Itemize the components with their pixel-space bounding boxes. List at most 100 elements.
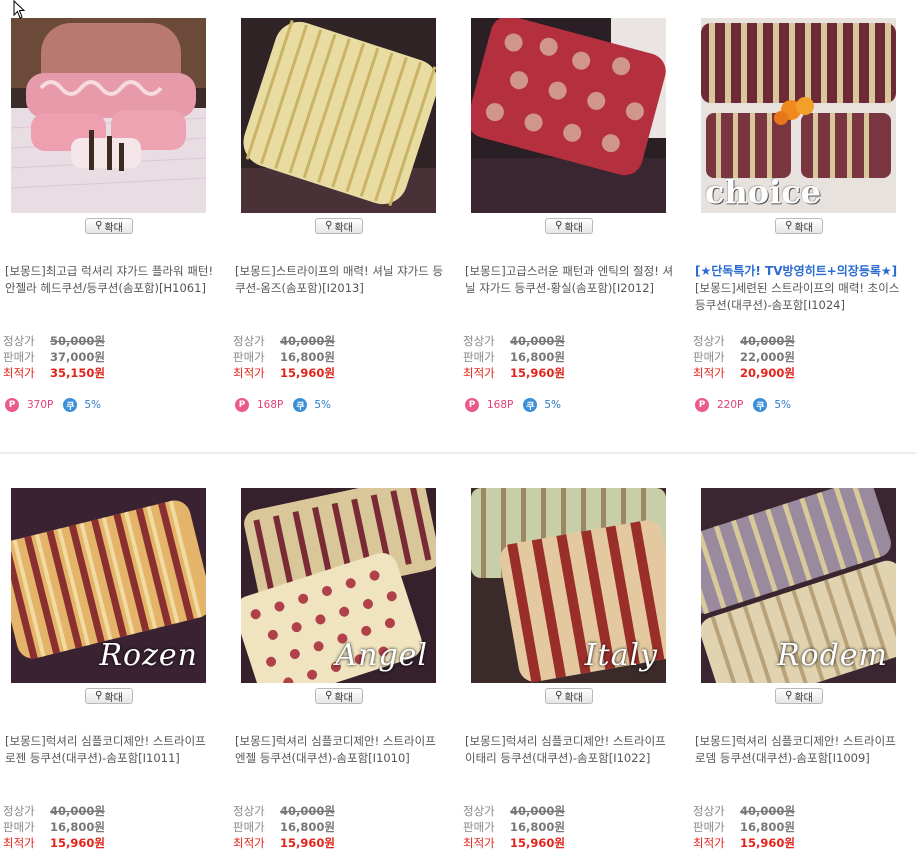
best-price: 15,960원 <box>510 836 565 850</box>
list-price-label: 정상가 <box>463 334 495 348</box>
best-price: 15,960원 <box>740 836 795 850</box>
product-image[interactable]: Rozen <box>11 488 206 683</box>
product-title-link[interactable]: [보몽드]최고급 럭셔리 쟈가드 플라워 패턴! 안젤라 헤드쿠션/등쿠션(솜포… <box>5 263 217 297</box>
zoom-button[interactable]: ⚲ 확대 <box>775 218 823 234</box>
price-block: 정상가 40,000원 판매가 16,800원 최적가 15,960원 <box>233 803 448 851</box>
price-block: 정상가 40,000원 판매가 22,000원 최적가 20,900원 <box>693 333 908 381</box>
mouse-cursor-icon <box>13 0 26 19</box>
price-block: 정상가 50,000원 판매가 37,000원 최적가 35,150원 <box>3 333 218 381</box>
list-price: 40,000원 <box>510 334 565 348</box>
product-title-link[interactable]: [보몽드]럭셔리 심플코디제안! 스트라이프 로젠 등쿠션(대쿠션)-솜포함[I… <box>5 733 217 767</box>
product-image[interactable]: Italy <box>471 488 666 683</box>
list-price-label: 정상가 <box>3 804 35 818</box>
coupon-icon: 쿠 <box>523 398 538 412</box>
sale-price: 16,800원 <box>280 350 335 364</box>
list-price: 50,000원 <box>50 334 105 348</box>
product-title-link[interactable]: [보몽드]럭셔리 심플코디제안! 스트라이프 로뎀 등쿠션(대쿠션)-솜포함[I… <box>695 733 907 767</box>
magnifier-icon: ⚲ <box>325 690 333 701</box>
list-price: 40,000원 <box>280 334 335 348</box>
sale-price-label: 판매가 <box>3 350 35 364</box>
zoom-button[interactable]: ⚲ 확대 <box>775 688 823 704</box>
coupon-icon: 쿠 <box>293 398 308 412</box>
list-price-label: 정상가 <box>463 804 495 818</box>
best-price-label: 최적가 <box>693 366 725 380</box>
product-title-link[interactable]: [보몽드]럭셔리 심플코디제안! 스트라이프 이태리 등쿠션(대쿠션)-솜포함[… <box>465 733 677 767</box>
zoom-button[interactable]: ⚲ 확대 <box>545 688 593 704</box>
point-icon: P <box>465 398 479 412</box>
zoom-label: 확대 <box>564 692 583 704</box>
zoom-label: 확대 <box>104 222 123 234</box>
zoom-button[interactable]: ⚲ 확대 <box>315 218 363 234</box>
list-price-label: 정상가 <box>693 334 725 348</box>
promo-tag: [★단독특가! TV방영히트+의장등록★] <box>695 264 898 278</box>
product-title-link[interactable]: [★단독특가! TV방영히트+의장등록★] [보몽드]세련된 스트라이프의 매력… <box>695 263 907 314</box>
sale-price-label: 판매가 <box>463 820 495 834</box>
coupon-value: 5% <box>774 399 792 411</box>
product-watermark: Rozen <box>99 638 198 673</box>
brand-watermark: choice <box>705 173 822 211</box>
point-icon: P <box>695 398 709 412</box>
points-value: 220P <box>717 399 744 411</box>
point-icon: P <box>235 398 249 412</box>
product-title-link[interactable]: [보몽드]스트라이프의 매력! 셔닐 쟈가드 등쿠션-옴즈(솜포함)[I2013… <box>235 263 447 297</box>
best-price: 15,960원 <box>280 366 335 380</box>
benefit-badges: P 370P 쿠 5% <box>5 398 101 412</box>
coupon-icon: 쿠 <box>753 398 768 412</box>
list-price: 40,000원 <box>280 804 335 818</box>
product-image[interactable]: choice <box>701 18 896 213</box>
best-price: 15,960원 <box>280 836 335 850</box>
sale-price-label: 판매가 <box>233 350 265 364</box>
price-block: 정상가 40,000원 판매가 16,800원 최적가 15,960원 <box>693 803 908 851</box>
zoom-button[interactable]: ⚲ 확대 <box>315 688 363 704</box>
product-watermark: Italy <box>584 638 658 673</box>
product-name: [보몽드]세련된 스트라이프의 매력! 초이스 등쿠션(대쿠션)-솜포함[I10… <box>695 281 900 312</box>
point-icon: P <box>5 398 19 412</box>
product-image[interactable] <box>241 18 436 213</box>
product-name: [보몽드]고급스러운 패턴과 엔틱의 절정! 셔닐 쟈가드 등쿠션-황실(솜포함… <box>465 264 674 295</box>
product-image[interactable]: Rodem <box>701 488 896 683</box>
best-price: 15,960원 <box>50 836 105 850</box>
price-block: 정상가 40,000원 판매가 16,800원 최적가 15,960원 <box>233 333 448 381</box>
product-name: [보몽드]럭셔리 심플코디제안! 스트라이프 이태리 등쿠션(대쿠션)-솜포함[… <box>465 734 666 765</box>
product-watermark: Angel <box>335 638 428 673</box>
product-watermark: Rodem <box>776 638 888 673</box>
product-image[interactable] <box>11 18 206 213</box>
benefit-badges: P 168P 쿠 5% <box>235 398 331 412</box>
zoom-label: 확대 <box>104 692 123 704</box>
product-name: [보몽드]럭셔리 심플코디제안! 스트라이프 로뎀 등쿠션(대쿠션)-솜포함[I… <box>695 734 896 765</box>
best-price-label: 최적가 <box>233 366 265 380</box>
list-price: 40,000원 <box>740 804 795 818</box>
zoom-button[interactable]: ⚲ 확대 <box>545 218 593 234</box>
product-image[interactable]: Angel <box>241 488 436 683</box>
magnifier-icon: ⚲ <box>95 220 103 231</box>
best-price: 20,900원 <box>740 366 795 380</box>
product-image[interactable] <box>471 18 666 213</box>
zoom-button[interactable]: ⚲ 확대 <box>85 688 133 704</box>
best-price-label: 최적가 <box>233 836 265 850</box>
magnifier-icon: ⚲ <box>325 220 333 231</box>
product-name: [보몽드]최고급 럭셔리 쟈가드 플라워 패턴! 안젤라 헤드쿠션/등쿠션(솜포… <box>5 264 214 295</box>
product-name: [보몽드]럭셔리 심플코디제안! 스트라이프 엔젤 등쿠션(대쿠션)-솜포함[I… <box>235 734 436 765</box>
sale-price: 16,800원 <box>280 820 335 834</box>
zoom-button[interactable]: ⚲ 확대 <box>85 218 133 234</box>
price-block: 정상가 40,000원 판매가 16,800원 최적가 15,960원 <box>463 803 678 851</box>
list-price-label: 정상가 <box>693 804 725 818</box>
benefit-badges: P 168P 쿠 5% <box>465 398 561 412</box>
sale-price: 16,800원 <box>510 350 565 364</box>
price-block: 정상가 40,000원 판매가 16,800원 최적가 15,960원 <box>3 803 218 851</box>
product-name: [보몽드]스트라이프의 매력! 셔닐 쟈가드 등쿠션-옴즈(솜포함)[I2013… <box>235 264 444 295</box>
best-price-label: 최적가 <box>463 836 495 850</box>
list-price-label: 정상가 <box>233 334 265 348</box>
sale-price: 37,000원 <box>50 350 105 364</box>
sale-price-label: 판매가 <box>233 820 265 834</box>
best-price: 15,960원 <box>510 366 565 380</box>
list-price-label: 정상가 <box>3 334 35 348</box>
coupon-icon: 쿠 <box>63 398 78 412</box>
product-title-link[interactable]: [보몽드]고급스러운 패턴과 엔틱의 절정! 셔닐 쟈가드 등쿠션-황실(솜포함… <box>465 263 677 297</box>
points-value: 370P <box>27 399 54 411</box>
sale-price: 16,800원 <box>740 820 795 834</box>
product-title-link[interactable]: [보몽드]럭셔리 심플코디제안! 스트라이프 엔젤 등쿠션(대쿠션)-솜포함[I… <box>235 733 447 767</box>
best-price-label: 최적가 <box>3 836 35 850</box>
magnifier-icon: ⚲ <box>95 690 103 701</box>
magnifier-icon: ⚲ <box>785 220 793 231</box>
